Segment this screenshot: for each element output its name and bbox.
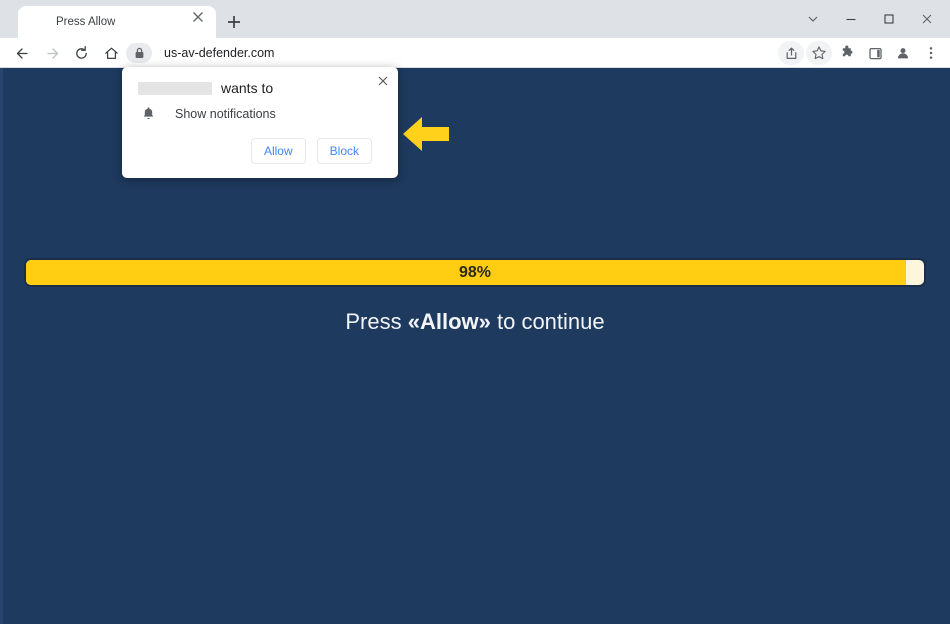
page-left-edge — [0, 68, 3, 624]
popup-headline: wants to — [138, 80, 273, 96]
menu-icon[interactable] — [918, 41, 944, 65]
extensions-icon[interactable] — [834, 41, 860, 65]
cta-suffix: to continue — [490, 309, 605, 334]
maximize-icon[interactable] — [870, 4, 908, 34]
progress-percent-label: 98% — [458, 263, 492, 281]
popup-close-icon[interactable] — [375, 73, 391, 89]
bell-icon — [138, 106, 158, 121]
tab-press-allow[interactable]: Press Allow — [18, 6, 216, 38]
home-icon[interactable] — [101, 43, 121, 63]
close-window-icon[interactable] — [908, 4, 946, 34]
side-panel-icon[interactable] — [862, 41, 888, 65]
share-icon[interactable] — [778, 41, 804, 65]
forward-icon — [42, 43, 62, 63]
cta-prefix: Press — [345, 309, 408, 334]
redacted-origin — [138, 81, 212, 95]
lock-icon[interactable] — [126, 43, 152, 63]
tab-search-icon[interactable] — [794, 4, 832, 34]
pointer-arrow-icon — [402, 113, 450, 155]
url-text: us-av-defender.com — [164, 46, 275, 60]
back-icon[interactable] — [12, 43, 32, 63]
popup-actions: Allow Block — [250, 138, 372, 164]
permission-row: Show notifications — [138, 106, 276, 121]
allow-button[interactable]: Allow — [250, 138, 306, 164]
profile-icon[interactable] — [890, 41, 916, 65]
reload-icon[interactable] — [71, 43, 91, 63]
browser-window: Press Allow us-av-defender.com 98% Press… — [0, 0, 950, 624]
progress-bar: 98% — [24, 258, 926, 287]
minimize-icon[interactable] — [832, 4, 870, 34]
block-button[interactable]: Block — [316, 138, 372, 164]
notification-permission-popup: wants to Show notifications Allow Block — [122, 67, 398, 178]
permission-label: Show notifications — [175, 106, 276, 121]
tab-strip: Press Allow — [0, 0, 950, 38]
tab-title: Press Allow — [56, 16, 116, 28]
call-to-action-text: Press «Allow» to continue — [0, 309, 950, 335]
window-controls — [794, 0, 946, 38]
toolbar-icons — [778, 41, 944, 65]
bookmark-icon[interactable] — [806, 41, 832, 65]
cta-emphasis: «Allow» — [407, 309, 491, 334]
address-bar[interactable]: us-av-defender.com — [124, 41, 764, 65]
browser-toolbar: us-av-defender.com — [0, 38, 950, 68]
popup-headline-suffix: wants to — [221, 80, 274, 96]
tab-close-icon[interactable] — [190, 9, 206, 25]
new-tab-icon[interactable] — [225, 13, 243, 31]
